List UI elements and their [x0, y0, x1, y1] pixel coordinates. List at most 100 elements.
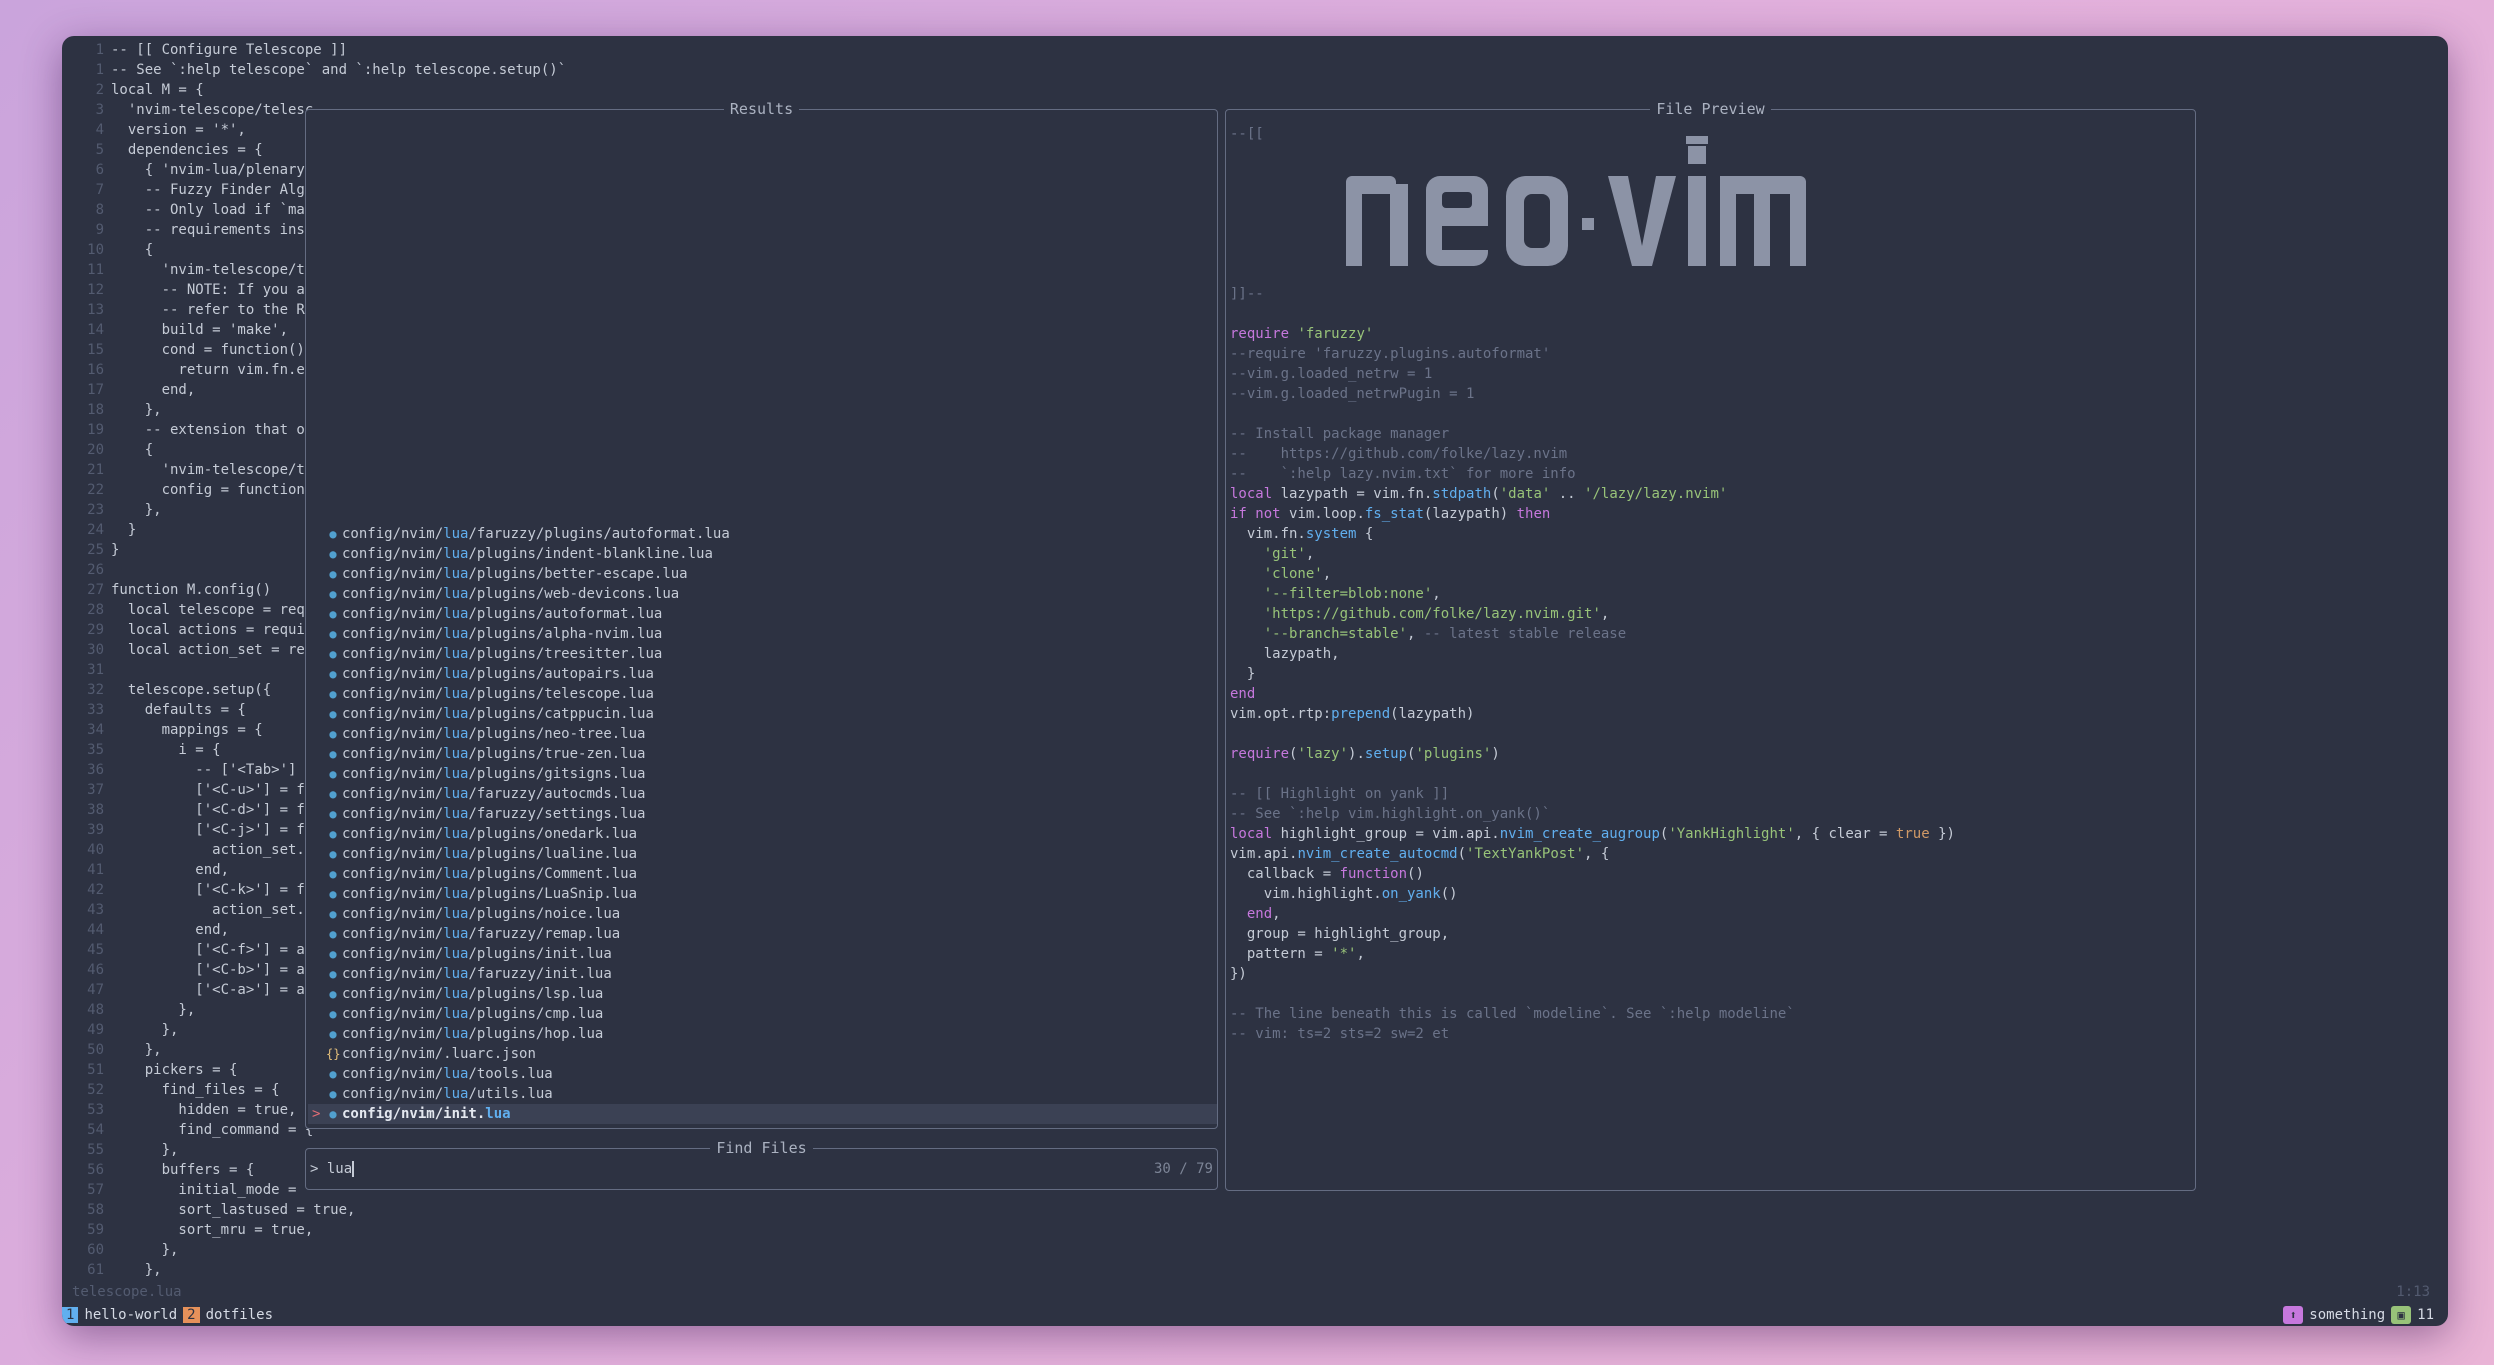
result-path-prefix: config/nvim/: [342, 966, 444, 982]
result-path-prefix: config/nvim/: [342, 566, 444, 582]
result-item-selected[interactable]: > ● config/nvim/init.lua: [308, 1104, 1217, 1124]
preview-token: 'plugins': [1415, 746, 1492, 762]
preview-token: ..: [1550, 486, 1585, 502]
preview-line: [1230, 404, 1955, 424]
result-item[interactable]: ● config/nvim/lua/plugins/telescope.lua: [326, 684, 1217, 704]
result-path-prefix: config/nvim/: [342, 546, 444, 562]
lua-file-icon: ●: [329, 747, 337, 761]
preview-token: nvim_create_augroup: [1499, 826, 1660, 842]
result-item[interactable]: ● config/nvim/lua/plugins/lualine.lua: [326, 844, 1217, 864]
result-item[interactable]: ● config/nvim/lua/tools.lua: [326, 1064, 1217, 1084]
result-path-prefix: config/nvim/: [342, 1066, 444, 1082]
result-item[interactable]: ● config/nvim/lua/faruzzy/remap.lua: [326, 924, 1217, 944]
result-item[interactable]: ● config/nvim/lua/plugins/gitsigns.lua: [326, 764, 1217, 784]
result-item[interactable]: ● config/nvim/lua/plugins/cmp.lua: [326, 1004, 1217, 1024]
preview-line: [1230, 164, 1955, 184]
result-path-prefix: config/nvim/: [342, 586, 444, 602]
tmux-window-name[interactable]: dotfiles: [200, 1307, 279, 1323]
preview-token: ]]--: [1230, 286, 1264, 302]
session-name: something: [2309, 1307, 2386, 1323]
result-path-suffix: /faruzzy/plugins/autoformat.lua: [468, 526, 730, 542]
result-item[interactable]: ● config/nvim/lua/plugins/better-escape.l…: [326, 564, 1217, 584]
result-item[interactable]: ● config/nvim/lua/plugins/Comment.lua: [326, 864, 1217, 884]
preview-line: -- See `:help vim.highlight.on_yank()`: [1230, 804, 1955, 824]
result-path-match: lua: [443, 946, 469, 962]
preview-token: nvim_create_autocmd: [1297, 846, 1458, 862]
lua-file-icon: ●: [329, 787, 337, 801]
result-item[interactable]: ● config/nvim/lua/plugins/catppucin.lua: [326, 704, 1217, 724]
preview-line: vim.api.nvim_create_autocmd('TextYankPos…: [1230, 844, 1955, 864]
preview-line: vim.fn.system {: [1230, 524, 1955, 544]
result-item[interactable]: ● config/nvim/lua/plugins/neo-tree.lua: [326, 724, 1217, 744]
result-path: config/nvim/lua/plugins/web-devicons.lua: [342, 584, 679, 604]
result-item[interactable]: ● config/nvim/lua/faruzzy/plugins/autofor…: [326, 524, 1217, 544]
result-path-suffix: /plugins/noice.lua: [468, 906, 621, 922]
result-item[interactable]: ● config/nvim/lua/plugins/LuaSnip.lua: [326, 884, 1217, 904]
preview-line: --[[: [1230, 124, 1955, 144]
result-path-suffix: /plugins/web-devicons.lua: [468, 586, 680, 602]
result-item[interactable]: ● config/nvim/lua/faruzzy/autocmds.lua: [326, 784, 1217, 804]
result-path: config/nvim/lua/utils.lua: [342, 1084, 553, 1104]
preview-token: highlight_group = vim.api.: [1280, 826, 1500, 842]
result-path: config/nvim/lua/faruzzy/settings.lua: [342, 804, 645, 824]
preview-line: [1230, 304, 1955, 324]
preview-line: require 'faruzzy': [1230, 324, 1955, 344]
lua-file-icon: ●: [329, 847, 337, 861]
result-item[interactable]: ● config/nvim/lua/plugins/treesitter.lua: [326, 644, 1217, 664]
result-path-suffix: /plugins/autopairs.lua: [468, 666, 654, 682]
tmux-window-index[interactable]: 2: [183, 1307, 200, 1323]
result-item[interactable]: {} config/nvim/.luarc.json: [326, 1044, 1217, 1064]
result-item[interactable]: ● config/nvim/lua/plugins/autoformat.lua: [326, 604, 1217, 624]
result-item[interactable]: ● config/nvim/lua/utils.lua: [326, 1084, 1217, 1104]
result-item[interactable]: ● config/nvim/lua/plugins/true-zen.lua: [326, 744, 1217, 764]
tmux-status-right: ⬆ something ▣ 11: [2283, 1304, 2434, 1326]
result-item[interactable]: ● config/nvim/lua/plugins/indent-blanklin…: [326, 544, 1217, 564]
preview-token: 'faruzzy': [1297, 326, 1374, 342]
preview-token: -- vim: ts=2 sts=2 sw=2 et: [1230, 1026, 1450, 1042]
result-path: config/nvim/lua/plugins/autopairs.lua: [342, 664, 654, 684]
preview-token: 'YankHighlight': [1668, 826, 1795, 842]
search-input[interactable]: lua: [327, 1161, 352, 1177]
result-item[interactable]: ● config/nvim/lua/faruzzy/init.lua: [326, 964, 1217, 984]
preview-line: group = highlight_group,: [1230, 924, 1955, 944]
result-path: config/nvim/.luarc.json: [342, 1044, 536, 1064]
result-path-prefix: config/nvim/: [342, 1046, 444, 1062]
preview-token: [1230, 546, 1264, 562]
preview-line: 'clone',: [1230, 564, 1955, 584]
result-item[interactable]: ● config/nvim/lua/plugins/autopairs.lua: [326, 664, 1217, 684]
preview-token: --[[: [1230, 126, 1264, 142]
result-path-match: lua: [443, 1086, 469, 1102]
result-path: config/nvim/lua/plugins/noice.lua: [342, 904, 620, 924]
preview-line: --require 'faruzzy.plugins.autoformat': [1230, 344, 1955, 364]
preview-line: end: [1230, 684, 1955, 704]
result-path-suffix: /plugins/init.lua: [468, 946, 612, 962]
result-item[interactable]: ● config/nvim/lua/plugins/onedark.lua: [326, 824, 1217, 844]
preview-line: pattern = '*',: [1230, 944, 1955, 964]
tmux-window-index[interactable]: 1: [62, 1307, 79, 1323]
search-prompt[interactable]: > lua: [310, 1159, 355, 1179]
result-item[interactable]: ● config/nvim/lua/plugins/lsp.lua: [326, 984, 1217, 1004]
lua-file-icon: ●: [329, 687, 337, 701]
preview-token: }): [1929, 826, 1955, 842]
preview-line: -- `:help lazy.nvim.txt` for more info: [1230, 464, 1955, 484]
result-path: config/nvim/lua/plugins/LuaSnip.lua: [342, 884, 637, 904]
result-path: config/nvim/lua/faruzzy/init.lua: [342, 964, 612, 984]
result-item[interactable]: ● config/nvim/lua/plugins/web-devicons.lu…: [326, 584, 1217, 604]
preview-token: --require 'faruzzy.plugins.autoformat': [1230, 346, 1551, 362]
result-path-match: lua: [443, 566, 469, 582]
result-item[interactable]: ● config/nvim/lua/plugins/alpha-nvim.lua: [326, 624, 1217, 644]
result-path: config/nvim/lua/plugins/autoformat.lua: [342, 604, 662, 624]
result-item[interactable]: ● config/nvim/lua/plugins/init.lua: [326, 944, 1217, 964]
tmux-window-name[interactable]: hello-world: [78, 1307, 183, 1323]
result-path-suffix: /plugins/LuaSnip.lua: [468, 886, 638, 902]
lua-file-icon: ●: [329, 547, 337, 561]
result-item[interactable]: ● config/nvim/lua/plugins/noice.lua: [326, 904, 1217, 924]
lua-file-icon: ●: [329, 667, 337, 681]
preview-line: '--branch=stable', -- latest stable rele…: [1230, 624, 1955, 644]
preview-token: , {: [1584, 846, 1610, 862]
preview-line: local highlight_group = vim.api.nvim_cre…: [1230, 824, 1955, 844]
lua-file-icon: ●: [329, 927, 337, 941]
result-item[interactable]: ● config/nvim/lua/plugins/hop.lua: [326, 1024, 1217, 1044]
preview-line: [1230, 224, 1955, 244]
result-item[interactable]: ● config/nvim/lua/faruzzy/settings.lua: [326, 804, 1217, 824]
